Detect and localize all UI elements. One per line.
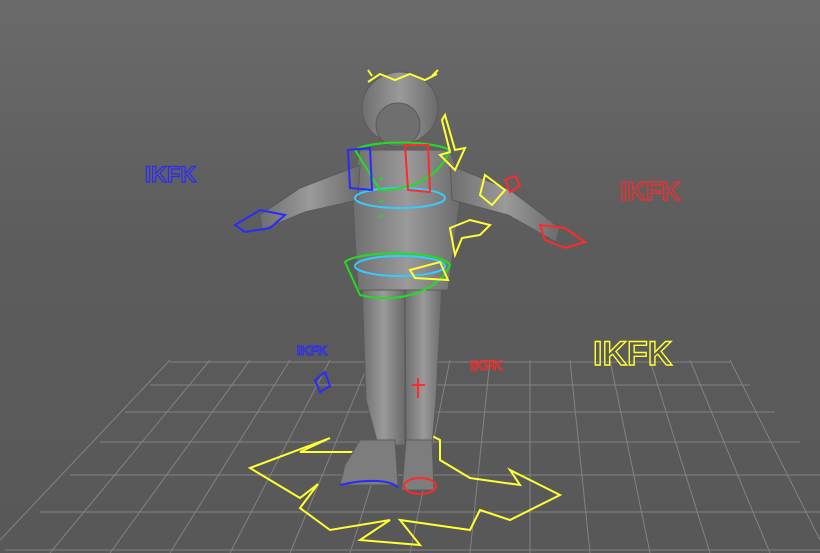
ikfk-right-arm-label[interactable]: IKFK xyxy=(619,175,681,206)
ikfk-main-label[interactable]: IKFK xyxy=(592,334,673,373)
svg-text:+: + xyxy=(378,197,384,208)
right-leg[interactable] xyxy=(404,284,443,446)
svg-text:+: + xyxy=(378,212,384,223)
left-leg[interactable] xyxy=(361,284,406,446)
scene-canvas[interactable]: + + + IKFK IKFK IKFK IKFK IKFK xyxy=(0,0,820,553)
svg-text:+: + xyxy=(378,174,384,185)
ikfk-left-leg-label[interactable]: IKFK xyxy=(297,343,329,359)
ikfk-left-arm-label[interactable]: IKFK xyxy=(144,161,197,187)
right-arm[interactable] xyxy=(449,164,561,243)
character-model[interactable] xyxy=(259,71,561,491)
ikfk-right-leg-label[interactable]: IKFK xyxy=(470,357,504,374)
left-arm[interactable] xyxy=(259,164,361,231)
face-mask[interactable] xyxy=(375,102,421,148)
left-boot[interactable] xyxy=(339,439,399,486)
left-hand-control[interactable] xyxy=(233,208,288,234)
viewport-3d[interactable]: + + + IKFK IKFK IKFK IKFK IKFK xyxy=(0,0,820,553)
